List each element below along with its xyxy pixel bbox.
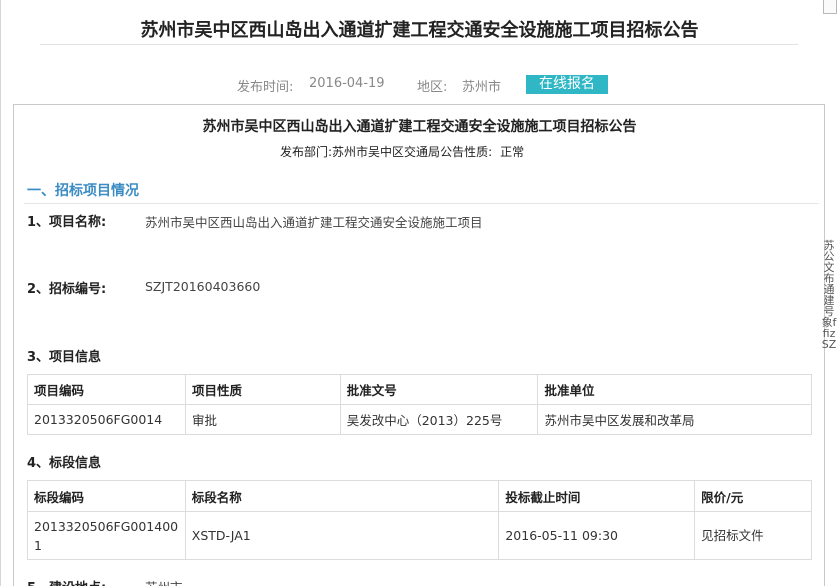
section-info-label: 4、标段信息 — [27, 456, 102, 471]
dept-label: 发布部门: — [280, 145, 333, 159]
page-title: 苏州市吴中区西山岛出入通道扩建工程交通安全设施施工项目招标公告 — [140, 20, 699, 41]
col-approval-no: 批准文号 — [339, 374, 539, 405]
location-value: 苏州市 — [145, 577, 183, 586]
section-tender-project-heading: 一、招标项目情况 — [27, 183, 139, 199]
tender-no-label: 2、招标编号: — [27, 282, 107, 297]
price-limit-cell: 见招标文件 — [694, 511, 812, 560]
area-label: 地区: — [417, 80, 448, 95]
table-row: 2013320506FG0014001 XSTD-JA1 2016-05-11 … — [27, 511, 812, 560]
project-info-label: 3、项目信息 — [27, 350, 102, 365]
table-row: 2013320506FG0014 审批 吴发改中心（2013）225号 苏州市吴… — [27, 404, 812, 435]
approval-no-cell: 吴发改中心（2013）225号 — [339, 404, 539, 435]
location-label: 5、建设地点: — [27, 577, 106, 586]
section-divider — [24, 203, 819, 204]
dept-value: 苏州市吴中区交通局 — [332, 145, 441, 159]
project-info-table: 项目编码 项目性质 批准文号 批准单位 2013320506FG0014 审批 … — [27, 374, 812, 435]
section-name-cell: XSTD-JA1 — [184, 511, 500, 560]
table-header-row: 项目编码 项目性质 批准文号 批准单位 — [27, 374, 812, 405]
nature-label: 公告性质: — [440, 145, 493, 159]
col-project-nature: 项目性质 — [184, 374, 341, 405]
area-value: 苏州市 — [462, 80, 502, 95]
col-section-code: 标段编码 — [27, 480, 186, 512]
online-signup-button[interactable]: 在线报名 — [526, 75, 608, 94]
col-bid-deadline: 投标截止时间 — [498, 480, 696, 512]
table-header-row: 标段编码 标段名称 投标截止时间 限价/元 — [27, 480, 812, 512]
title-divider — [40, 44, 798, 45]
publish-meta: 发布时间: 2016-04-19 地区: 苏州市 在线报名 — [0, 75, 839, 95]
col-approval-unit: 批准单位 — [537, 374, 812, 405]
nature-value: 正常 — [500, 145, 525, 159]
project-name-label: 1、项目名称: — [27, 215, 107, 230]
col-project-code: 项目编码 — [27, 374, 186, 405]
corner-box — [823, 0, 837, 14]
bid-deadline-cell: 2016-05-11 09:30 — [498, 511, 696, 560]
section-code-cell: 2013320506FG0014001 — [27, 511, 186, 560]
publish-time-label: 发布时间: — [237, 80, 294, 95]
col-price-limit: 限价/元 — [694, 480, 812, 512]
announcement-title: 苏州市吴中区西山岛出入通道扩建工程交通安全设施施工项目招标公告 — [202, 119, 637, 135]
project-code-cell: 2013320506FG0014 — [27, 404, 186, 435]
publish-date: 2016-04-19 — [309, 76, 385, 91]
announcement-subtitle: 发布部门:苏州市吴中区交通局公告性质: 正常 — [280, 143, 524, 160]
section-info-table: 标段编码 标段名称 投标截止时间 限价/元 2013320506FG001400… — [27, 480, 812, 560]
col-section-name: 标段名称 — [184, 480, 500, 512]
tender-no-value: SZJT20160403660 — [145, 279, 261, 294]
approval-unit-cell: 苏州市吴中区发展和改革局 — [537, 404, 812, 435]
side-strip-text: 苏公文布通建号象ffizSZ — [821, 239, 837, 351]
project-nature-cell: 审批 — [184, 404, 341, 435]
project-name-value: 苏州市吴中区西山岛出入通道扩建工程交通安全设施施工项目 — [145, 215, 483, 230]
